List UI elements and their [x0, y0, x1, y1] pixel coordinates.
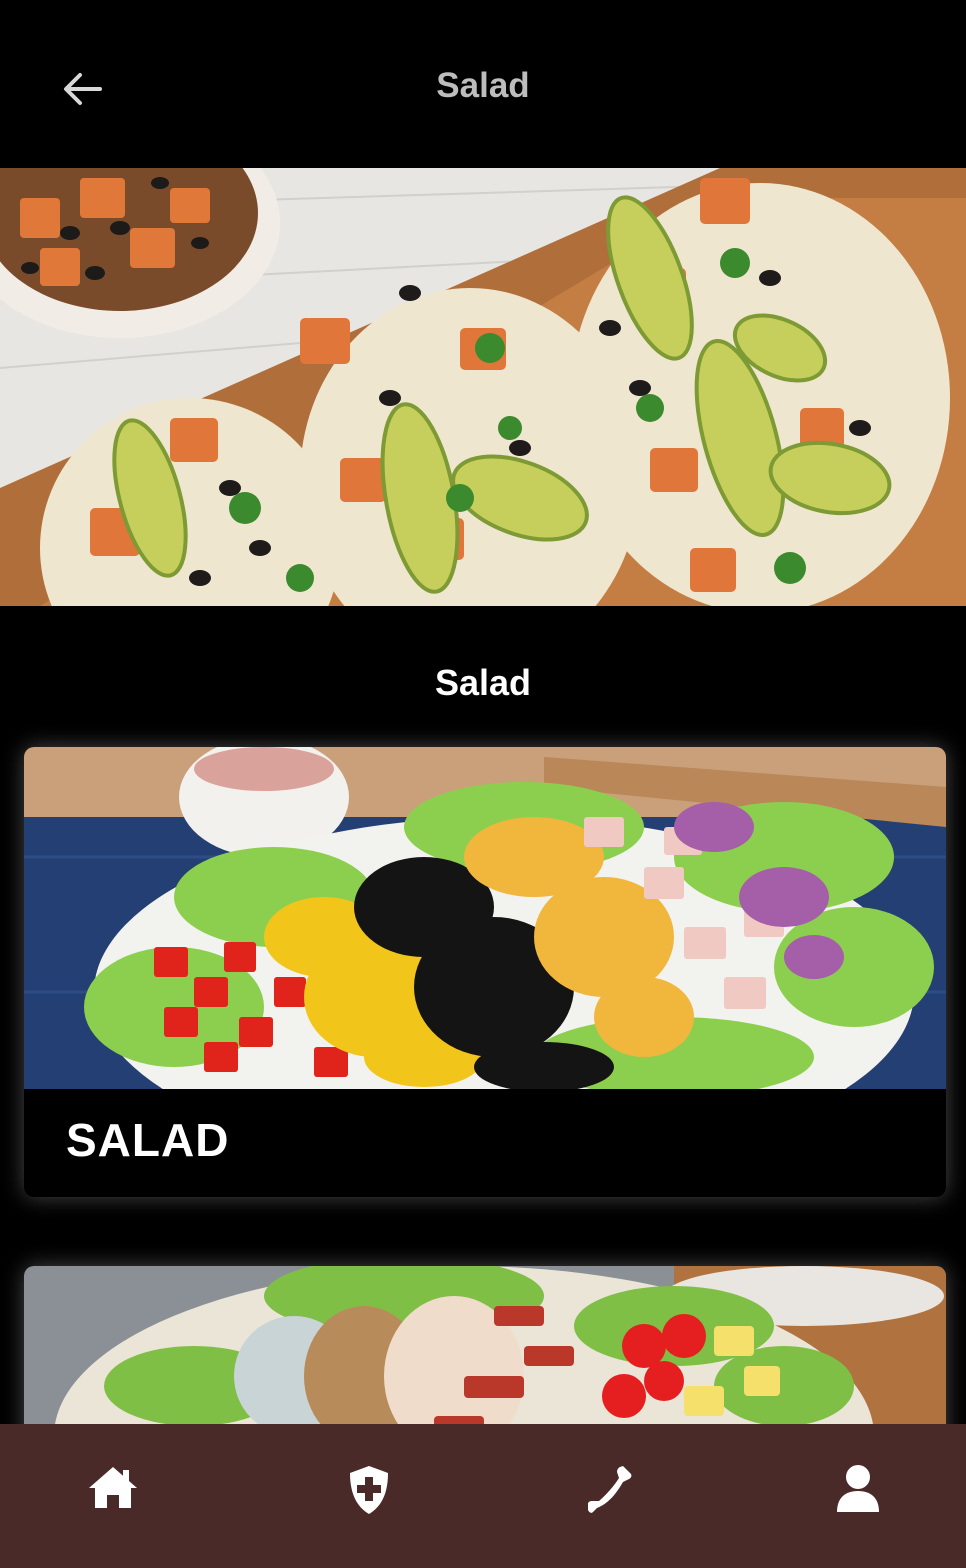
nav-call-button[interactable] — [565, 1464, 655, 1554]
card-title: SALAD — [66, 1114, 230, 1166]
app-bar: Salad — [0, 0, 966, 168]
bottom-navigation — [0, 1424, 966, 1568]
nav-profile-button[interactable] — [813, 1464, 903, 1554]
phone-icon — [588, 1466, 632, 1513]
page-title: Salad — [436, 66, 530, 105]
salad-card-image — [24, 747, 946, 1089]
nav-home-button[interactable] — [68, 1464, 158, 1554]
hero-image — [0, 168, 966, 606]
user-icon — [837, 1465, 879, 1512]
section-title: Salad — [434, 662, 532, 703]
home-icon — [89, 1467, 137, 1508]
shield-plus-icon — [350, 1466, 388, 1514]
nav-health-button[interactable] — [324, 1464, 414, 1554]
salad-card[interactable]: SALAD — [24, 747, 946, 1197]
